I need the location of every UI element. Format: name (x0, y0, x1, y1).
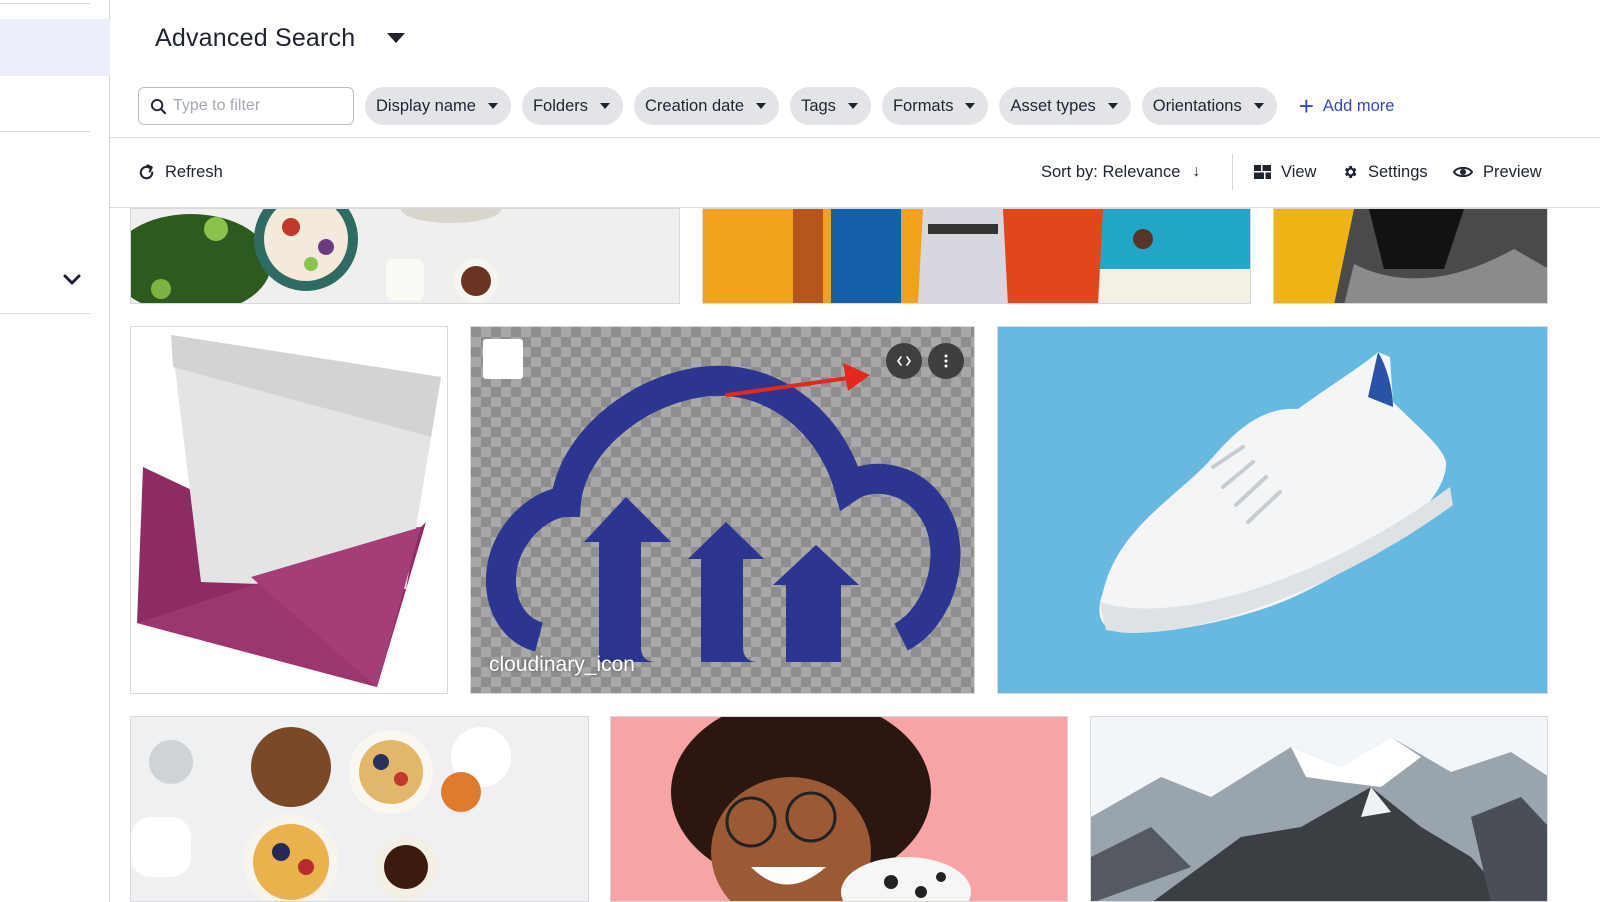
app-root: Advanced Search Display name Folders Cre… (0, 0, 1600, 902)
annotation-arrow-icon (725, 363, 870, 397)
